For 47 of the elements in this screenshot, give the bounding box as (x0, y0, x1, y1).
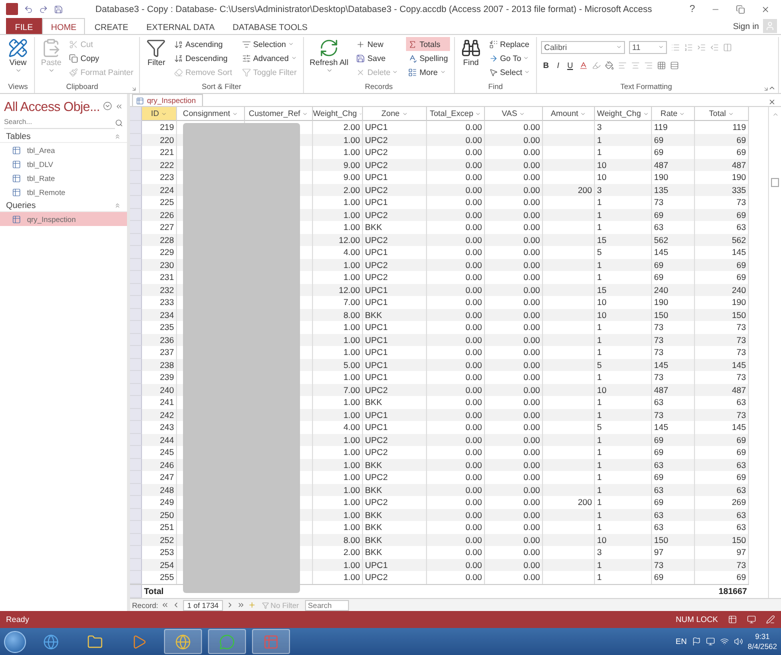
ribbon-button[interactable]: View (6, 37, 30, 82)
ribbon-button[interactable]: Save (354, 51, 400, 65)
format-button[interactable]: I (554, 60, 562, 70)
font-size-dropdown[interactable]: 11 (629, 40, 668, 54)
total-value: 181667 (718, 584, 748, 598)
ribbon-button[interactable]: Selection (240, 37, 299, 51)
section-label: Queries (6, 200, 36, 210)
language-indicator[interactable]: EN (676, 637, 687, 646)
column-header[interactable]: Amount (543, 107, 595, 121)
format-button[interactable]: B (541, 60, 551, 70)
column-header[interactable]: Customer_Ref (245, 107, 313, 121)
window-title: Database3 - Copy : Database- C:\Users\Administrator\Desktop\Database3 - Copy.accdb (Access 2007 - 2013 file format) - Microsoft Access (94, 4, 653, 14)
column-header[interactable]: Rate (652, 107, 695, 121)
column-header[interactable]: Weight_Chg (313, 107, 363, 121)
sign-in-link[interactable]: Sign in (733, 21, 759, 31)
column-header[interactable]: Total_Excep (427, 107, 485, 121)
ribbon-button[interactable]: Ascending (172, 37, 234, 51)
format-button[interactable]: U (565, 60, 575, 70)
ribbon-tab[interactable]: FILE (6, 18, 42, 34)
ribbon-button[interactable]: Refresh All (308, 37, 350, 82)
ribbon-button[interactable]: Find (458, 37, 483, 82)
ribbon-button[interactable]: More (406, 65, 450, 79)
ribbon-tab[interactable]: HOME (42, 18, 86, 34)
ribbon-button[interactable]: Descending (172, 51, 234, 65)
font-dropdown[interactable]: Calibri (541, 40, 626, 54)
ribbon-button[interactable]: Go To (486, 51, 532, 65)
column-header[interactable]: ID (142, 107, 177, 121)
nav-pane-title[interactable]: All Access Obje... (4, 98, 100, 114)
section-label: Tables (6, 131, 31, 141)
ribbon-button[interactable]: Replace (486, 37, 532, 51)
ribbon-button[interactable]: Advanced (240, 51, 299, 65)
total-label: Total (143, 584, 165, 598)
nav-section-header[interactable]: Tables (0, 130, 127, 143)
column-header[interactable]: Weight_Chg (595, 107, 652, 121)
ribbon-button[interactable]: Totals (406, 37, 450, 51)
column-header[interactable]: Zone (363, 107, 427, 121)
column-header[interactable]: Consignment (177, 107, 245, 121)
status-text: Ready (6, 615, 30, 624)
help-button[interactable]: ? (684, 4, 700, 14)
ribbon-button[interactable]: Spelling (406, 51, 450, 65)
column-header[interactable]: VAS (485, 107, 543, 121)
ribbon-button[interactable]: Select (486, 65, 532, 79)
ribbon-button[interactable]: New (354, 37, 400, 51)
column-header[interactable]: Total (695, 107, 749, 121)
num-lock-indicator: NUM LOCK (676, 615, 718, 624)
ribbon-button[interactable]: Filter (144, 37, 168, 82)
ribbon-button[interactable]: Copy (67, 51, 136, 65)
